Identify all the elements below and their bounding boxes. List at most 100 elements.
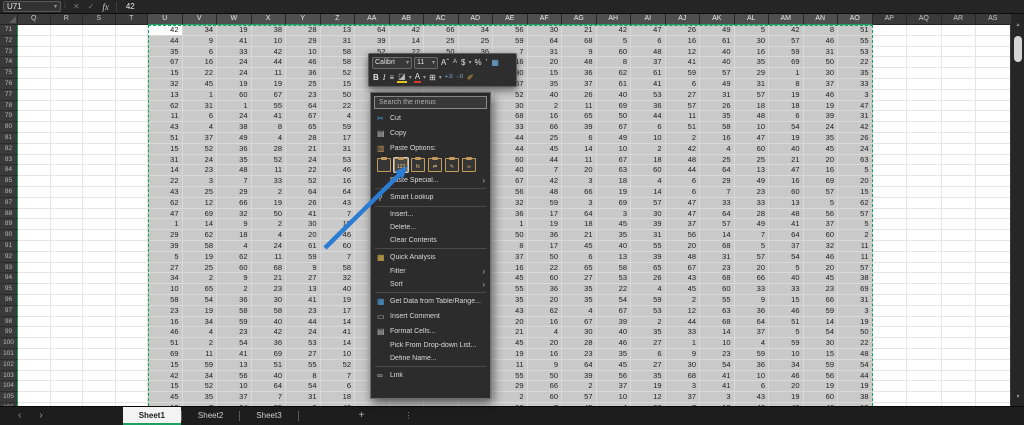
cell-V71[interactable]: 34	[183, 25, 218, 36]
cell-AP74[interactable]	[873, 57, 908, 68]
cell-AR98[interactable]	[942, 317, 977, 328]
column-header-AE[interactable]: AE	[493, 14, 528, 25]
cell-AQ99[interactable]	[907, 327, 942, 338]
cell-AN103[interactable]: 56	[804, 371, 839, 382]
cell-AF84[interactable]: 7	[528, 165, 563, 176]
cell-W72[interactable]: 41	[217, 36, 252, 47]
cell-Z79[interactable]: 4	[321, 111, 356, 122]
cell-Y101[interactable]: 27	[286, 349, 321, 360]
cell-AM73[interactable]: 59	[769, 47, 804, 58]
cell-AN72[interactable]: 46	[804, 36, 839, 47]
cell-AK80[interactable]: 58	[700, 122, 735, 133]
cell-Z73[interactable]: 58	[321, 47, 356, 58]
cell-AJ103[interactable]: 68	[666, 371, 701, 382]
cell-Y91[interactable]: 61	[286, 241, 321, 252]
cell-AF72[interactable]: 64	[528, 36, 563, 47]
cell-AR104[interactable]	[942, 381, 977, 392]
column-header-AS[interactable]: AS	[976, 14, 1010, 25]
cell-AO72[interactable]: 55	[838, 36, 873, 47]
cell-AP77[interactable]	[873, 90, 908, 101]
row-header-75[interactable]: 75	[0, 68, 18, 79]
cell-AE71[interactable]: 56	[493, 25, 528, 36]
cell-AM98[interactable]: 51	[769, 317, 804, 328]
cell-AM77[interactable]: 19	[769, 90, 804, 101]
cell-U74[interactable]: 67	[148, 57, 183, 68]
cell-AS73[interactable]	[976, 47, 1010, 58]
cell-V83[interactable]: 24	[183, 155, 218, 166]
cell-S89[interactable]	[83, 219, 116, 230]
cell-W92[interactable]: 62	[217, 252, 252, 263]
cell-AL79[interactable]: 48	[735, 111, 770, 122]
cell-AS103[interactable]	[976, 371, 1010, 382]
cell-T75[interactable]	[116, 68, 149, 79]
cell-Z77[interactable]: 50	[321, 90, 356, 101]
cell-AF96[interactable]: 20	[528, 295, 563, 306]
cell-X86[interactable]: 2	[252, 187, 287, 198]
cell-Y80[interactable]: 65	[286, 122, 321, 133]
cell-S86[interactable]	[83, 187, 116, 198]
cell-AG86[interactable]: 66	[562, 187, 597, 198]
cell-AH71[interactable]: 42	[597, 25, 632, 36]
row-header-90[interactable]: 90	[0, 230, 18, 241]
row-header-92[interactable]: 92	[0, 252, 18, 263]
cell-AJ93[interactable]: 67	[666, 263, 701, 274]
cell-V104[interactable]: 52	[183, 381, 218, 392]
cell-X105[interactable]: 7	[252, 392, 287, 403]
cell-AF73[interactable]: 31	[528, 47, 563, 58]
cell-S96[interactable]	[83, 295, 116, 306]
column-header-R[interactable]: R	[51, 14, 84, 25]
cell-AR81[interactable]	[942, 133, 977, 144]
cell-S99[interactable]	[83, 327, 116, 338]
cell-AI77[interactable]: 53	[631, 90, 666, 101]
cell-AM84[interactable]: 47	[769, 165, 804, 176]
cell-AK84[interactable]: 64	[700, 165, 735, 176]
cell-AQ93[interactable]	[907, 263, 942, 274]
cell-U72[interactable]: 44	[148, 36, 183, 47]
column-header-AI[interactable]: AI	[631, 14, 666, 25]
cell-AF74[interactable]: 20	[528, 57, 563, 68]
cell-AM72[interactable]: 57	[769, 36, 804, 47]
cell-AG94[interactable]: 27	[562, 273, 597, 284]
cell-Z91[interactable]: 60	[321, 241, 356, 252]
cell-AO104[interactable]: 19	[838, 381, 873, 392]
cell-AH75[interactable]: 62	[597, 68, 632, 79]
cell-U98[interactable]: 16	[148, 317, 183, 328]
cell-AO91[interactable]: 11	[838, 241, 873, 252]
cell-AP80[interactable]	[873, 122, 908, 133]
cell-AR91[interactable]	[942, 241, 977, 252]
cell-AF87[interactable]: 59	[528, 198, 563, 209]
column-header-AC[interactable]: AC	[424, 14, 459, 25]
cell-AG100[interactable]: 28	[562, 338, 597, 349]
cell-AK79[interactable]: 35	[700, 111, 735, 122]
cell-AI72[interactable]: 6	[631, 36, 666, 47]
cell-T105[interactable]	[116, 392, 149, 403]
cell-AH73[interactable]: 60	[597, 47, 632, 58]
cell-AR85[interactable]	[942, 176, 977, 187]
cell-AL96[interactable]: 9	[735, 295, 770, 306]
cell-R104[interactable]	[51, 381, 84, 392]
cell-AM90[interactable]: 64	[769, 230, 804, 241]
cell-AG99[interactable]: 30	[562, 327, 597, 338]
cell-AH95[interactable]: 22	[597, 284, 632, 295]
cell-AK94[interactable]: 68	[700, 273, 735, 284]
cell-AI92[interactable]: 39	[631, 252, 666, 263]
cell-AL103[interactable]: 10	[735, 371, 770, 382]
cell-U90[interactable]: 29	[148, 230, 183, 241]
cell-AN85[interactable]: 69	[804, 176, 839, 187]
cell-T87[interactable]	[116, 198, 149, 209]
cell-Q77[interactable]	[18, 90, 51, 101]
cell-W78[interactable]: 1	[217, 101, 252, 112]
cell-AF80[interactable]: 66	[528, 122, 563, 133]
cell-W89[interactable]: 9	[217, 219, 252, 230]
cell-U97[interactable]: 23	[148, 306, 183, 317]
cell-AQ82[interactable]	[907, 144, 942, 155]
cell-AJ97[interactable]: 12	[666, 306, 701, 317]
cell-AQ102[interactable]	[907, 360, 942, 371]
insert-function-icon[interactable]: fx	[102, 2, 109, 12]
row-header-86[interactable]: 86	[0, 187, 18, 198]
cell-AS93[interactable]	[976, 263, 1010, 274]
cell-S78[interactable]	[83, 101, 116, 112]
cell-AP86[interactable]	[873, 187, 908, 198]
cell-AF105[interactable]: 60	[528, 392, 563, 403]
row-header-78[interactable]: 78	[0, 101, 18, 112]
